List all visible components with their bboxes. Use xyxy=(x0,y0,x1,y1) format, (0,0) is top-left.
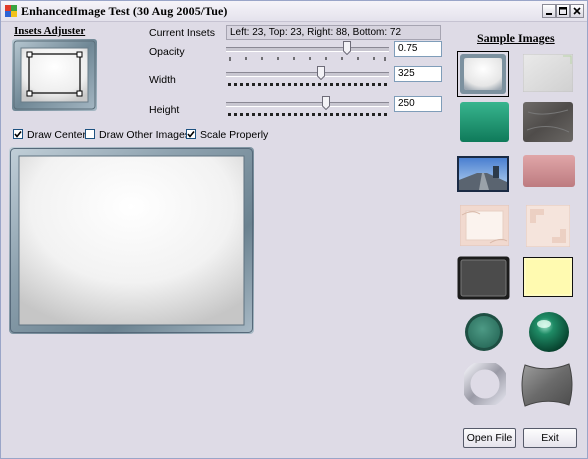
draw-other-images-checkbox[interactable] xyxy=(85,129,95,139)
draw-other-images-label[interactable]: Draw Other Images xyxy=(99,129,190,141)
slider-ticks xyxy=(228,113,387,116)
title-bar[interactable]: EnhancedImage Test (30 Aug 2005/Tue) xyxy=(1,1,587,22)
height-input[interactable]: 250 xyxy=(394,96,442,112)
slider-ticks xyxy=(229,57,386,61)
sample-teal-green-panel[interactable] xyxy=(460,102,509,142)
opacity-input[interactable]: 0.75 xyxy=(394,41,442,57)
exit-button[interactable]: Exit xyxy=(523,428,577,448)
width-slider[interactable] xyxy=(226,65,389,87)
sample-dark-granite-panel[interactable] xyxy=(523,102,573,142)
sample-marble-frame[interactable] xyxy=(460,205,509,246)
slider-track xyxy=(226,72,389,77)
scale-properly-checkbox[interactable] xyxy=(186,129,196,139)
sample-road-photo[interactable] xyxy=(457,156,509,192)
height-label: Height xyxy=(149,104,180,116)
draw-center-checkbox[interactable] xyxy=(13,129,23,139)
current-insets-label: Current Insets xyxy=(149,27,215,39)
close-icon xyxy=(573,7,581,15)
sample-marble-corner-frame[interactable] xyxy=(526,205,570,247)
sample-pale-yellow-panel[interactable] xyxy=(523,257,573,297)
sample-silver-frame[interactable] xyxy=(457,51,509,97)
window-title: EnhancedImage Test (30 Aug 2005/Tue) xyxy=(21,4,228,18)
sample-images-heading: Sample Images xyxy=(477,31,555,45)
main-window: EnhancedImage Test (30 Aug 2005/Tue) Ins… xyxy=(0,0,588,459)
check-icon xyxy=(187,131,195,138)
image-preview xyxy=(9,147,254,334)
height-slider[interactable] xyxy=(226,95,389,117)
slider-track xyxy=(226,102,389,107)
sample-gray-wavy-tile[interactable] xyxy=(519,361,575,409)
minimize-icon xyxy=(546,13,552,15)
scale-properly-label[interactable]: Scale Properly xyxy=(200,129,268,141)
opacity-slider[interactable] xyxy=(226,40,389,62)
sample-pink-panel[interactable] xyxy=(523,155,575,187)
sample-teal-round-button[interactable] xyxy=(464,312,504,352)
open-file-button[interactable]: Open File xyxy=(463,428,516,448)
check-icon xyxy=(14,131,22,138)
slider-ticks xyxy=(228,83,387,86)
sample-light-gray-panel[interactable] xyxy=(523,54,573,92)
slider-thumb[interactable] xyxy=(343,41,351,55)
slider-thumb[interactable] xyxy=(322,96,330,110)
opacity-label: Opacity xyxy=(149,46,185,58)
close-button[interactable] xyxy=(570,4,584,18)
maximize-icon xyxy=(559,7,567,15)
width-input[interactable]: 325 xyxy=(394,66,442,82)
slider-thumb[interactable] xyxy=(317,66,325,80)
sample-dark-square-button[interactable] xyxy=(457,256,510,300)
insets-adjuster-heading: Insets Adjuster xyxy=(14,25,86,37)
app-icon xyxy=(5,5,17,17)
sample-teal-glossy-sphere[interactable] xyxy=(528,311,570,353)
insets-adjuster-preview[interactable] xyxy=(12,39,97,111)
sample-silver-ring[interactable] xyxy=(464,363,506,405)
slider-track xyxy=(226,47,389,52)
minimize-button[interactable] xyxy=(542,4,556,18)
width-label: Width xyxy=(149,74,176,86)
draw-center-label[interactable]: Draw Center xyxy=(27,129,86,141)
current-insets-display: Left: 23, Top: 23, Right: 88, Bottom: 72 xyxy=(226,25,441,40)
maximize-button[interactable] xyxy=(556,4,570,18)
